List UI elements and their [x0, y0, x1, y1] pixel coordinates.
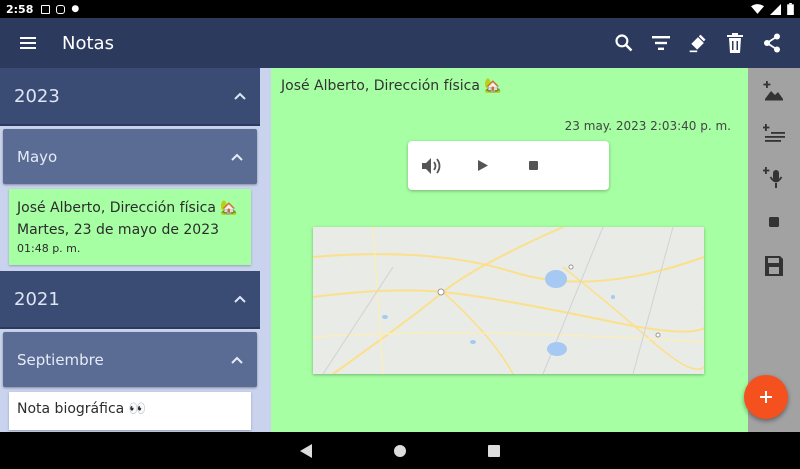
save-button[interactable] [754, 244, 794, 288]
battery-icon [787, 3, 794, 15]
month-label: Septiembre [17, 350, 104, 369]
note-item-time: 01:48 p. m. [17, 242, 81, 255]
mic-status-icon: ● [71, 4, 80, 14]
month-header-mayo[interactable]: Mayo [3, 129, 257, 184]
back-icon[interactable] [300, 443, 312, 458]
filter-icon [651, 36, 670, 50]
month-header-septiembre[interactable]: Septiembre [3, 332, 257, 387]
note-list-item[interactable]: Nota biográfica 👀 [9, 392, 251, 430]
audio-player [408, 141, 609, 190]
year-label: 2023 [14, 85, 60, 107]
stop-icon [528, 161, 538, 170]
sim-icon [56, 4, 66, 14]
play-icon [478, 160, 488, 171]
add-voice-button[interactable] [754, 156, 794, 200]
menu-icon [20, 37, 36, 49]
recents-icon[interactable] [488, 444, 500, 457]
app-bar: Notas [0, 18, 800, 68]
status-time: 2:58 [6, 2, 34, 16]
add-note-fab[interactable] [744, 375, 788, 419]
stop-audio-button[interactable] [508, 141, 558, 190]
signal-icon [770, 3, 781, 15]
search-button[interactable] [605, 18, 642, 68]
note-title: José Alberto, Dirección física 🏡 [281, 78, 502, 94]
chevron-up-icon [231, 153, 243, 161]
delete-icon [726, 33, 743, 53]
note-datetime: 23 may. 2023 2:03:40 p. m. [564, 119, 731, 133]
add-image-icon [763, 81, 783, 101]
delete-button[interactable] [716, 18, 753, 68]
stop-recording-button[interactable] [754, 200, 794, 244]
note-item-title: José Alberto, Dirección física 🏡 [17, 200, 238, 216]
color-fill-icon [689, 34, 705, 53]
chevron-up-icon [234, 295, 246, 303]
note-item-date: Martes, 23 de mayo de 2023 [17, 222, 220, 238]
month-label: Mayo [17, 147, 58, 166]
add-image-button[interactable] [754, 68, 794, 112]
year-label: 2021 [14, 288, 60, 310]
chevron-up-icon [234, 92, 246, 100]
chevron-up-icon [231, 356, 243, 364]
add-icon [760, 391, 772, 403]
color-button[interactable] [679, 18, 716, 68]
wifi-icon [751, 3, 764, 14]
notification-icon [41, 4, 51, 14]
system-nav-bar [0, 432, 800, 469]
filter-button[interactable] [642, 18, 679, 68]
search-icon [614, 34, 632, 52]
note-detail: José Alberto, Dirección física 🏡 23 may.… [260, 68, 748, 432]
play-button[interactable] [458, 141, 508, 190]
add-text-icon [763, 124, 785, 142]
share-icon [763, 33, 780, 53]
volume-icon [422, 157, 441, 174]
map-graphic [313, 227, 704, 374]
app-title: Notas [62, 32, 114, 54]
stop-icon [769, 217, 779, 227]
volume-button[interactable] [408, 141, 458, 190]
add-text-button[interactable] [754, 112, 794, 156]
map-image[interactable] [313, 227, 704, 374]
status-bar: 2:58 ● [0, 0, 800, 18]
save-icon [765, 256, 783, 276]
home-icon[interactable] [394, 444, 406, 457]
year-header-2023[interactable]: 2023 [0, 68, 260, 126]
year-header-2021[interactable]: 2021 [0, 271, 260, 329]
add-voice-icon [763, 167, 783, 188]
share-button[interactable] [753, 18, 790, 68]
notes-sidebar: 2023 Mayo José Alberto, Dirección física… [0, 68, 260, 432]
menu-button[interactable] [0, 18, 56, 68]
note-list-item[interactable]: José Alberto, Dirección física 🏡 Martes,… [9, 189, 251, 265]
note-item-title: Nota biográfica 👀 [17, 401, 147, 417]
note-content[interactable]: José Alberto, Dirección física 🏡 23 may.… [271, 68, 748, 432]
